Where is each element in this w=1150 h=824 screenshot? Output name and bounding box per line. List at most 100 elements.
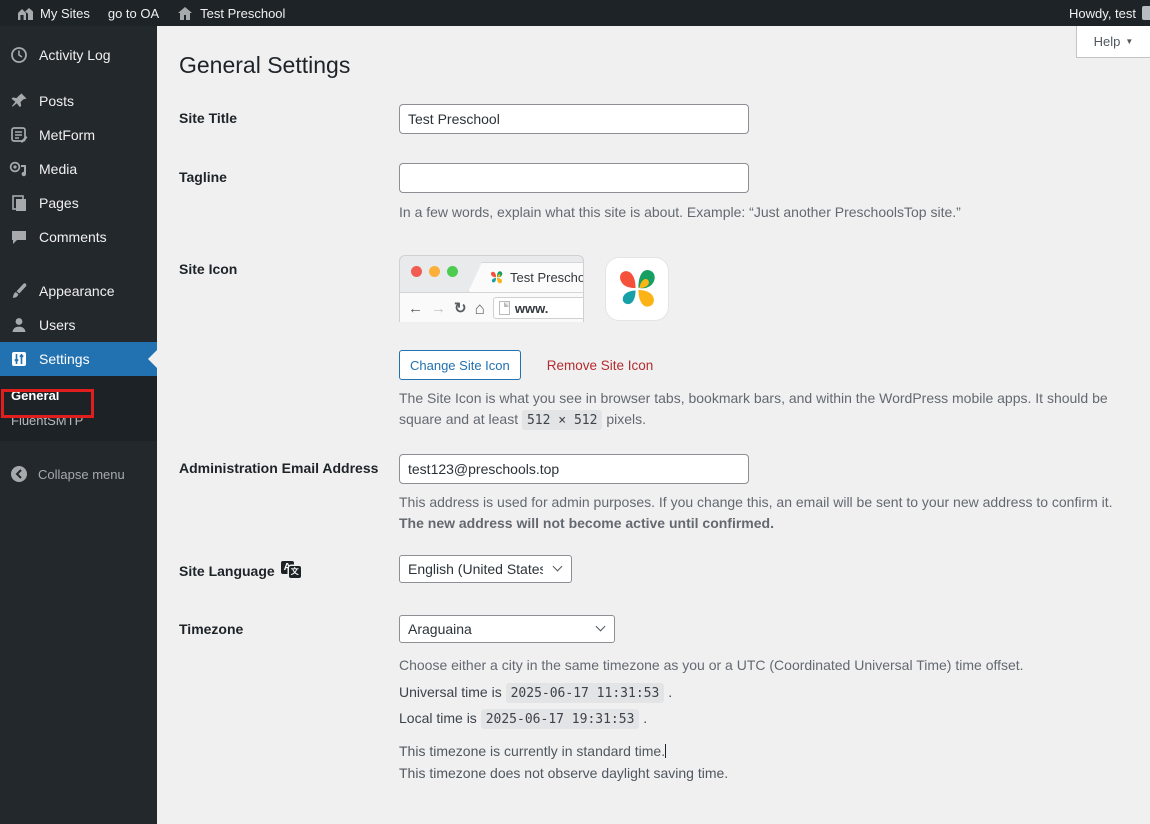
sidebar-item-label: Media xyxy=(39,161,78,177)
timezone-select[interactable]: Araguaina xyxy=(399,615,615,644)
tagline-input[interactable] xyxy=(399,163,749,193)
site-title-input[interactable] xyxy=(399,104,749,134)
page-icon xyxy=(498,301,510,316)
help-dropdown[interactable]: Help ▼ xyxy=(1076,26,1150,58)
local-time-suffix: . xyxy=(639,710,648,727)
browser-tab: Test Preschool xyxy=(468,262,583,293)
pages-icon xyxy=(12,195,26,211)
address-bar: www. xyxy=(492,297,583,320)
butterfly-favicon xyxy=(490,271,503,284)
home-icon xyxy=(177,6,194,21)
go-to-oa-link[interactable]: go to OA xyxy=(99,0,168,26)
form-icon xyxy=(11,127,28,143)
collapse-menu-button[interactable]: Collapse menu xyxy=(0,457,157,491)
admin-bar: My Sites go to OA Test Preschool Howdy, … xyxy=(0,0,1150,26)
back-arrow-icon: ← xyxy=(408,299,423,317)
sidebar-item-label: MetForm xyxy=(39,127,95,143)
address-text: www. xyxy=(514,300,549,316)
traffic-light-green xyxy=(447,266,458,278)
site-title-label: Site Title xyxy=(179,110,238,126)
multisite-icon xyxy=(17,6,34,21)
text-cursor xyxy=(665,744,667,759)
general-settings-page: General Settings Site Title Tagline In a… xyxy=(157,26,1150,824)
comment-icon xyxy=(12,231,26,244)
butterfly-logo xyxy=(620,270,655,307)
local-time-line: Local time is 2025-06-17 19:31:53 . xyxy=(399,709,1130,730)
help-label: Help xyxy=(1093,34,1121,49)
universal-time-value: 2025-06-17 11:31:53 xyxy=(505,683,665,704)
sidebar-item-pages[interactable]: Pages xyxy=(0,186,157,220)
howdy-label[interactable]: Howdy, test xyxy=(1069,6,1136,21)
admin-email-input[interactable] xyxy=(399,454,749,485)
sidebar-item-media[interactable]: Media xyxy=(0,152,157,186)
media-icon xyxy=(9,161,26,177)
submenu-item-fluentsmtp[interactable]: FluentSMTP xyxy=(0,408,157,433)
change-site-icon-button[interactable]: Change Site Icon xyxy=(399,350,521,381)
dst-note: This timezone does not observe daylight … xyxy=(399,765,729,782)
admin-sidebar: Activity Log Posts MetForm Media Pages C… xyxy=(0,26,157,824)
sidebar-item-label: Appearance xyxy=(39,283,115,299)
sidebar-item-label: Pages xyxy=(39,195,79,211)
my-sites-label: My Sites xyxy=(40,5,90,21)
site-language-label: Site Language A 文 xyxy=(179,555,399,583)
sidebar-item-posts[interactable]: Posts xyxy=(0,84,157,118)
traffic-light-red xyxy=(411,266,422,278)
pin-icon xyxy=(11,93,27,108)
admin-email-description: This address is used for admin purposes.… xyxy=(399,492,1130,533)
clock-icon xyxy=(11,47,27,63)
my-sites-menu[interactable]: My Sites xyxy=(8,0,99,26)
local-time-prefix: Local time is xyxy=(399,710,481,727)
sidebar-item-label: Activity Log xyxy=(39,47,111,63)
admin-email-desc-bold: The new address will not become active u… xyxy=(399,514,774,531)
collapse-menu-label: Collapse menu xyxy=(38,466,125,482)
sidebar-item-users[interactable]: Users xyxy=(0,308,157,342)
sidebar-item-metform[interactable]: MetForm xyxy=(0,118,157,152)
page-title: General Settings xyxy=(179,52,351,78)
timezone-description: Choose either a city in the same timezon… xyxy=(399,657,1024,674)
universal-time-suffix: . xyxy=(664,684,673,701)
icon-size-code: 512 × 512 xyxy=(521,409,603,430)
tagline-label: Tagline xyxy=(179,169,227,185)
site-name-menu[interactable]: Test Preschool xyxy=(168,0,294,26)
sidebar-item-label: Users xyxy=(39,317,76,333)
sidebar-item-appearance[interactable]: Appearance xyxy=(0,274,157,308)
avatar xyxy=(1142,6,1150,20)
site-language-select[interactable]: English (United States) xyxy=(399,555,572,584)
go-to-oa-label: go to OA xyxy=(107,5,160,21)
sidebar-item-activity-log[interactable]: Activity Log xyxy=(0,38,157,72)
translation-icon-b: 文 xyxy=(288,566,301,579)
universal-time-prefix: Universal time is xyxy=(399,684,506,701)
sidebar-item-settings[interactable]: Settings xyxy=(0,342,157,376)
app-icon-preview xyxy=(606,258,668,321)
standard-time-note: This timezone is currently in standard t… xyxy=(399,740,1130,762)
forward-arrow-icon: → xyxy=(431,299,446,317)
traffic-light-yellow xyxy=(429,266,440,278)
browser-preview: Test Preschool ← → ↻ ⌂ www. xyxy=(399,255,584,323)
admin-email-label: Administration Email Address xyxy=(179,460,379,477)
site-icon-desc-tail: pixels. xyxy=(602,410,647,427)
settings-submenu: General FluentSMTP xyxy=(0,376,157,441)
sidebar-item-comments[interactable]: Comments xyxy=(0,220,157,254)
chevron-down-icon: ▼ xyxy=(1125,37,1134,46)
site-icon-description: The Site Icon is what you see in browser… xyxy=(399,388,1130,430)
standard-time-text: This timezone is currently in standard t… xyxy=(399,743,666,760)
brush-icon xyxy=(12,283,27,298)
submenu-item-general[interactable]: General xyxy=(0,383,157,408)
user-icon xyxy=(12,318,26,332)
local-time-value: 2025-06-17 19:31:53 xyxy=(480,709,640,730)
sidebar-item-label: Posts xyxy=(39,93,75,109)
sidebar-item-label: Comments xyxy=(39,229,107,245)
remove-site-icon-link[interactable]: Remove Site Icon xyxy=(547,358,654,373)
site-language-label-text: Site Language xyxy=(179,563,275,580)
settings-icon xyxy=(12,352,26,366)
tagline-description: In a few words, explain what this site i… xyxy=(399,204,961,220)
browser-tab-title: Test Preschool xyxy=(510,270,583,286)
refresh-icon: ↻ xyxy=(454,299,467,317)
sidebar-item-label: Settings xyxy=(39,351,90,367)
site-icon-label: Site Icon xyxy=(179,261,238,278)
universal-time-line: Universal time is 2025-06-17 11:31:53 . xyxy=(399,683,1130,704)
collapse-icon xyxy=(11,466,27,482)
translation-icon: A文 xyxy=(280,561,303,579)
admin-email-desc-text: This address is used for admin purposes.… xyxy=(399,494,1113,511)
home-icon: ⌂ xyxy=(474,298,485,318)
